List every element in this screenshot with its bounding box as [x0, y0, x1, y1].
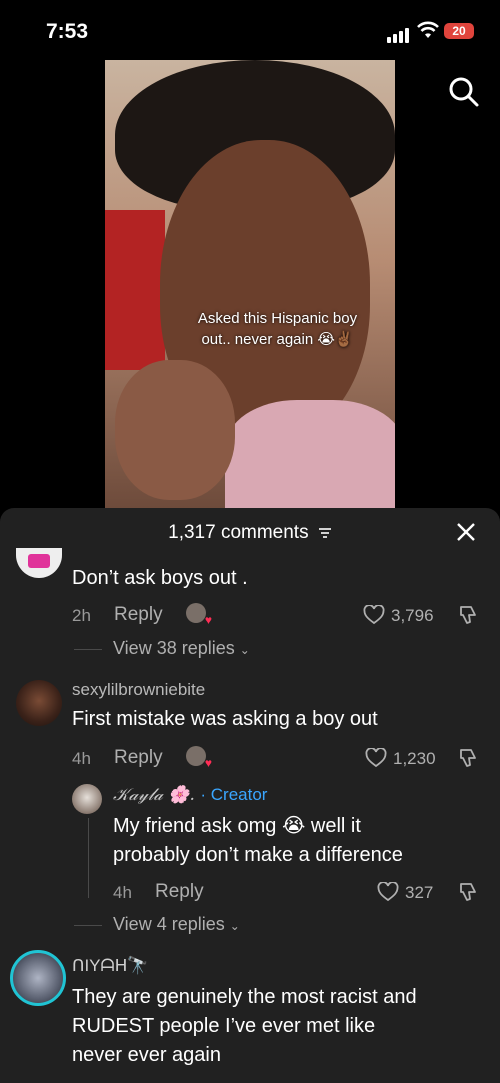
comment-text: First mistake was asking a boy out: [72, 708, 378, 730]
video-player[interactable]: [105, 60, 395, 508]
video-hand: [115, 360, 235, 500]
view-replies-label: View 38 replies: [113, 638, 235, 658]
reply-username[interactable]: 𝒦𝒶𝓎𝓁𝒶 🌸. · Creator: [113, 785, 267, 805]
comment-time: 4h: [72, 749, 91, 768]
reply-username-text: 𝒦𝒶𝓎𝓁𝒶 🌸.: [113, 785, 195, 805]
view-replies-label: View 4 replies: [113, 914, 225, 934]
avatar[interactable]: [10, 950, 66, 1006]
reply-text-line-2: probably don’t make a difference: [113, 844, 403, 866]
reply-text-line-1: My friend ask omg 😭 well it: [113, 815, 361, 837]
video-background: [105, 210, 165, 370]
comment-text-line-2: RUDEST people I’ve ever met like: [72, 1015, 376, 1037]
reply-thread-line: [88, 818, 89, 898]
signal-icon: [387, 25, 411, 43]
view-replies-button[interactable]: View 38 replies ⌄: [113, 638, 250, 659]
like-count: 327: [405, 883, 434, 902]
battery-icon: 20: [444, 23, 474, 39]
battery-level: 20: [452, 24, 466, 38]
creator-liked-icon: ♥: [186, 746, 212, 770]
dislike-icon[interactable]: [457, 881, 479, 903]
caption-line-2: out.. never again 😭✌🏾: [201, 331, 354, 348]
comment-text: They are genuinely the most racist and R…: [72, 983, 417, 1070]
comment-time: 2h: [72, 606, 91, 625]
creator-badge: · Creator: [200, 785, 268, 804]
close-icon[interactable]: [456, 522, 476, 542]
divider: [74, 649, 102, 650]
avatar[interactable]: [16, 548, 62, 578]
heart-icon[interactable]: [363, 605, 385, 625]
caption-line-1: Asked this Hispanic boy: [197, 310, 358, 327]
heart-icon[interactable]: [377, 882, 399, 902]
dislike-icon[interactable]: [457, 747, 479, 769]
chevron-down-icon: ⌄: [229, 919, 240, 933]
status-bar: 7:53 20: [0, 0, 500, 60]
avatar[interactable]: [16, 680, 62, 726]
view-replies-button[interactable]: View 4 replies ⌄: [113, 914, 240, 935]
divider: [74, 925, 102, 926]
search-icon[interactable]: [448, 76, 480, 108]
reply-button[interactable]: Reply: [114, 747, 163, 769]
video-shirt: [225, 400, 395, 508]
comment-text: Don’t ask boys out .: [72, 567, 248, 589]
comment-username[interactable]: sexylilbrowniebite: [72, 680, 205, 700]
chevron-down-icon: ⌄: [239, 643, 250, 657]
filter-icon[interactable]: [318, 527, 332, 539]
comment-text-line-3: never ever again: [72, 1044, 221, 1066]
reply-button[interactable]: Reply: [114, 604, 163, 626]
like-count: 1,230: [393, 749, 436, 768]
wifi-icon: [417, 21, 439, 38]
reply-text: My friend ask omg 😭 well it probably don…: [113, 812, 403, 870]
creator-liked-icon: ♥: [186, 603, 212, 627]
status-time: 7:53: [46, 20, 89, 43]
comment-count: 1,317 comments: [168, 522, 309, 543]
comment-text-line-1: They are genuinely the most racist and: [72, 986, 417, 1008]
video-caption: Asked this Hispanic boy out.. never agai…: [175, 308, 380, 350]
reply-button[interactable]: Reply: [155, 881, 204, 903]
comment-username[interactable]: ᑎIYᗩᕼ🔭: [72, 956, 149, 976]
avatar[interactable]: [72, 784, 102, 814]
comments-panel: 1,317 comments Don’t ask boys out . 2h R…: [0, 508, 500, 1083]
dislike-icon[interactable]: [457, 604, 479, 626]
heart-icon[interactable]: [365, 748, 387, 768]
like-count: 3,796: [391, 606, 434, 625]
comments-header: 1,317 comments: [0, 522, 500, 544]
reply-time: 4h: [113, 883, 132, 902]
